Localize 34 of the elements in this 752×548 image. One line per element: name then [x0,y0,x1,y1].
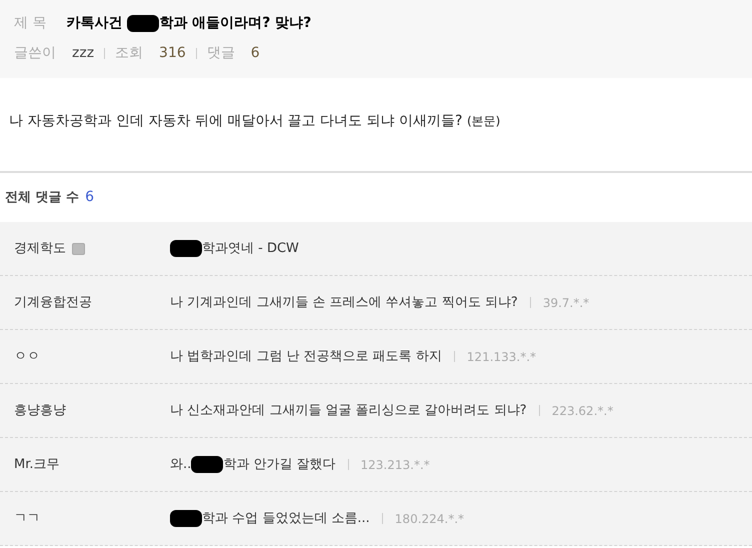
meta-label: 글쓴이 [14,44,56,63]
meta-label: 조회 [115,44,144,63]
comment-author: 기계융합전공 [14,294,92,312]
comment-ip: 121.133.*.* [466,348,536,366]
comments-count: 6 [85,188,94,207]
post-title: 카톡사건 [66,14,124,33]
redaction-mark [170,510,202,527]
comment-ip: 180.224.*.* [394,510,464,528]
comment-author: 경제학도 [14,240,66,258]
comment-text: 학과 안가길 잘했다 [223,456,336,474]
meta-value: 316 [159,44,186,63]
meta-value: 6 [250,44,260,63]
title-label: 제 목 [14,14,46,33]
comment-ip: 123.213.*.* [360,456,430,474]
comment-text: 학과엿네 - DCW [202,240,299,258]
post-body: 나 자동차공학과 인데 자동차 뒤에 매달아서 끌고 다녀도 되냐 이새끼들? (본문) [9,113,500,129]
comment-author: 흥냥흥냥 [14,402,66,420]
redaction-mark [191,456,224,473]
post-title: 학과 애들이라며? 맞냐? [159,14,312,33]
comment-text: 나 신소재과안데 그새끼들 얼굴 폴리싱으로 갈아버려도 되냐? [170,402,527,420]
meta-label: 댓글 [206,44,235,63]
comment-author: Mr.크무 [14,456,60,474]
comment-ip: 223.62.*.* [552,402,614,420]
meta-value: zzz [72,44,94,63]
redaction-mark [170,240,202,257]
comment-ip: 39.7.*.* [542,294,590,312]
comment-text: 나 기계과인데 그새끼들 손 프레스에 쑤셔놓고 찍어도 되냐? [170,294,518,312]
comment-author: ㅇㅇ [14,348,40,366]
comment-author: ㄱㄱ [14,510,40,528]
comment-text: 와.. [170,456,192,474]
redaction-mark [127,15,160,32]
comment-text: 학과 수업 들었었는데 소름... [202,510,370,528]
comment-text: 나 법학과인데 그럼 난 전공책으로 패도록 하지 [170,348,442,366]
comments-count-label: 전체 댓글 수 [5,188,80,207]
